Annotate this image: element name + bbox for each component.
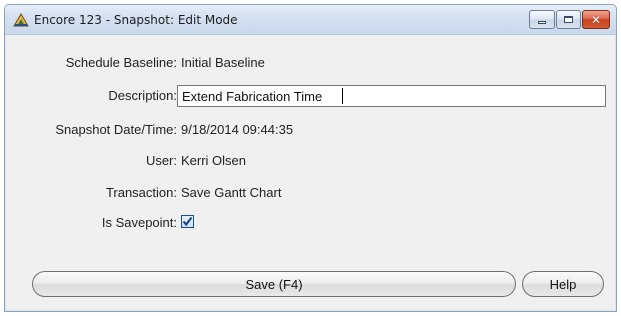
is-savepoint-checkbox[interactable]	[181, 215, 194, 228]
schedule-baseline-label: Schedule Baseline:	[65, 55, 177, 70]
window-title: Encore 123 - Snapshot: Edit Mode	[34, 13, 238, 27]
checkmark-icon	[182, 216, 193, 227]
is-savepoint-row: Is Savepoint:	[5, 213, 616, 233]
help-button[interactable]: Help	[522, 271, 604, 297]
is-savepoint-label: Is Savepoint:	[101, 215, 177, 230]
transaction-row: Transaction: Save Gantt Chart	[5, 183, 616, 203]
snapshot-datetime-value: 9/18/2014 09:44:35	[181, 122, 294, 137]
minimize-icon	[538, 21, 546, 24]
schedule-baseline-value: Initial Baseline	[181, 55, 265, 70]
close-icon: ✕	[590, 12, 602, 27]
title-bar[interactable]: Encore 123 - Snapshot: Edit Mode ✕	[5, 5, 616, 35]
description-input[interactable]	[177, 85, 606, 107]
user-row: User: Kerri Olsen	[5, 151, 616, 171]
user-label: User:	[145, 153, 177, 168]
description-row: Description:	[5, 85, 616, 107]
snapshot-datetime-label: Snapshot Date/Time:	[55, 122, 177, 137]
save-button[interactable]: Save (F4)	[32, 271, 516, 297]
text-caret	[342, 88, 343, 104]
description-label: Description:	[108, 88, 177, 103]
minimize-button[interactable]	[529, 10, 555, 29]
transaction-label: Transaction:	[105, 185, 177, 200]
schedule-baseline-row: Schedule Baseline: Initial Baseline	[5, 53, 616, 73]
close-button[interactable]: ✕	[582, 10, 610, 29]
snapshot-datetime-row: Snapshot Date/Time: 9/18/2014 09:44:35	[5, 120, 616, 140]
transaction-value: Save Gantt Chart	[181, 185, 282, 200]
maximize-icon	[564, 16, 573, 23]
app-logo-icon	[13, 13, 29, 27]
maximize-button[interactable]	[556, 10, 581, 29]
snapshot-window: Encore 123 - Snapshot: Edit Mode ✕ Sched…	[4, 4, 617, 312]
user-value: Kerri Olsen	[181, 153, 247, 168]
